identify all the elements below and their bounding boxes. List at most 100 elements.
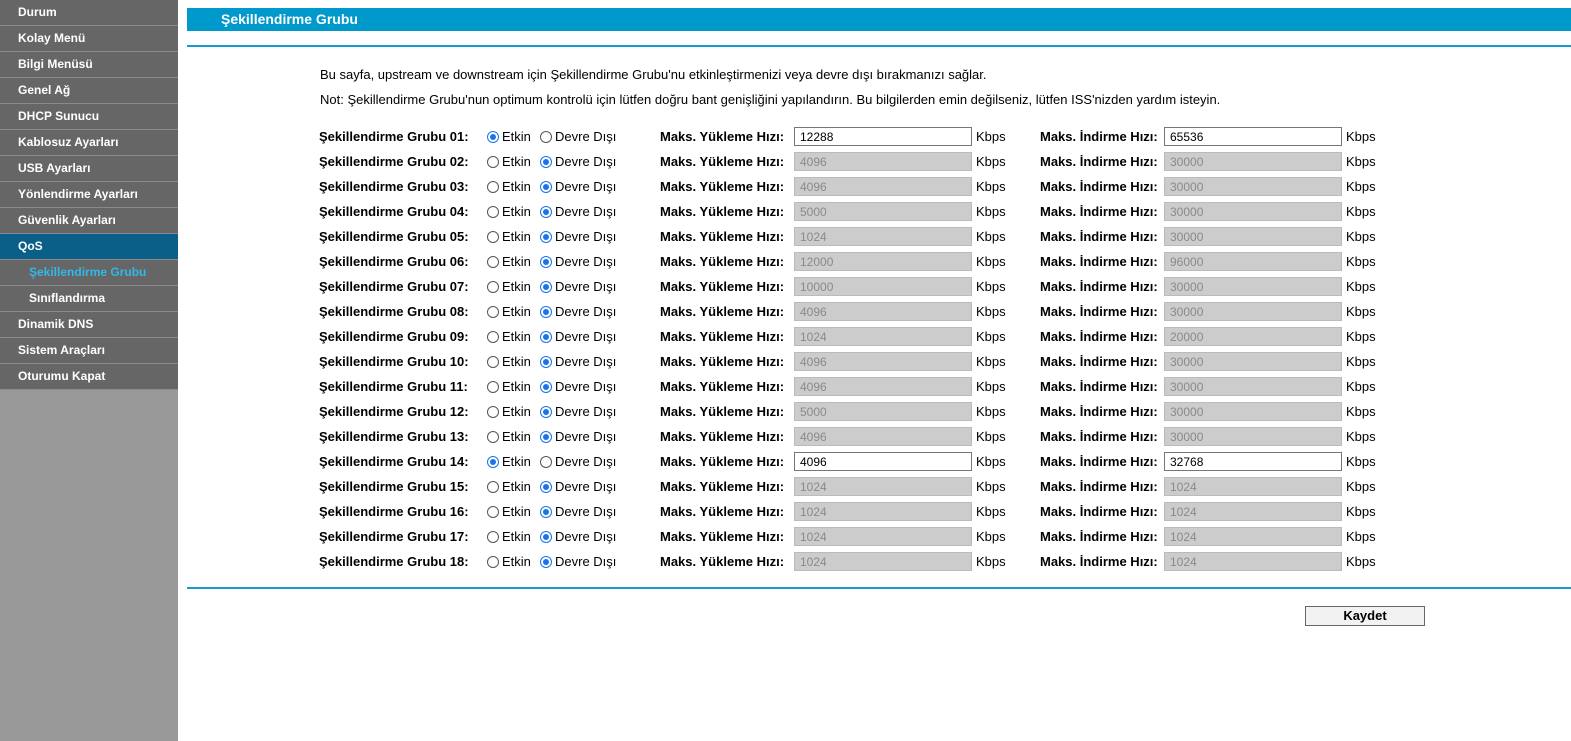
upload-input[interactable] [794,302,972,321]
enable-radio[interactable] [487,456,499,468]
enable-radio[interactable] [487,256,499,268]
disable-radio[interactable] [540,181,552,193]
enable-radio[interactable] [487,381,499,393]
download-input[interactable] [1164,127,1342,146]
enable-radio[interactable] [487,181,499,193]
enable-radio[interactable] [487,531,499,543]
download-input[interactable] [1164,277,1342,296]
sidebar-item-13[interactable]: Dinamik DNS [0,312,178,338]
upload-input[interactable] [794,502,972,521]
enable-radio[interactable] [487,481,499,493]
download-input[interactable] [1164,252,1342,271]
download-input[interactable] [1164,552,1342,571]
enable-label: Etkin [502,129,531,144]
upload-input[interactable] [794,477,972,496]
disable-radio[interactable] [540,156,552,168]
sidebar-item-8[interactable]: Yönlendirme Ayarları [0,182,178,208]
disable-radio[interactable] [540,256,552,268]
disable-radio[interactable] [540,531,552,543]
download-input[interactable] [1164,402,1342,421]
upload-input[interactable] [794,552,972,571]
disable-radio[interactable] [540,506,552,518]
disable-radio[interactable] [540,131,552,143]
sidebar-item-11[interactable]: Şekillendirme Grubu [0,260,178,286]
download-input[interactable] [1164,477,1342,496]
disable-label: Devre Dışı [555,454,617,469]
sidebar-item-7[interactable]: USB Ayarları [0,156,178,182]
sidebar-item-14[interactable]: Sistem Araçları [0,338,178,364]
upload-input[interactable] [794,377,972,396]
upload-label: Maks. Yükleme Hızı: [660,504,785,519]
sidebar-item-15[interactable]: Oturumu Kapat [0,364,178,390]
sidebar-item-9[interactable]: Güvenlik Ayarları [0,208,178,234]
download-input[interactable] [1164,177,1342,196]
download-input[interactable] [1164,527,1342,546]
upload-input[interactable] [794,177,972,196]
download-label: Maks. İndirme Hızı: [1040,429,1158,444]
download-unit: Kbps [1346,154,1376,169]
enable-radio[interactable] [487,431,499,443]
download-input[interactable] [1164,327,1342,346]
disable-label: Devre Dışı [555,504,617,519]
enable-radio[interactable] [487,406,499,418]
enable-radio[interactable] [487,306,499,318]
sidebar-item-2[interactable]: Kolay Menü [0,26,178,52]
enable-radio[interactable] [487,231,499,243]
disable-radio[interactable] [540,406,552,418]
upload-label: Maks. Yükleme Hızı: [660,179,785,194]
download-input[interactable] [1164,452,1342,471]
upload-input[interactable] [794,427,972,446]
disable-radio[interactable] [540,306,552,318]
enable-radio[interactable] [487,331,499,343]
enable-radio[interactable] [487,206,499,218]
disable-radio[interactable] [540,231,552,243]
download-input[interactable] [1164,427,1342,446]
download-input[interactable] [1164,227,1342,246]
sidebar-item-4[interactable]: Genel Ağ [0,78,178,104]
disable-radio[interactable] [540,456,552,468]
download-input[interactable] [1164,302,1342,321]
save-button[interactable]: Kaydet [1305,606,1425,626]
disable-label: Devre Dışı [555,229,617,244]
disable-radio[interactable] [540,206,552,218]
sidebar-item-3[interactable]: Bilgi Menüsü [0,52,178,78]
disable-radio[interactable] [540,481,552,493]
upload-input[interactable] [794,127,972,146]
disable-radio[interactable] [540,556,552,568]
upload-input[interactable] [794,277,972,296]
disable-radio[interactable] [540,331,552,343]
sidebar-item-6[interactable]: Kablosuz Ayarları [0,130,178,156]
disable-radio[interactable] [540,281,552,293]
enable-radio[interactable] [487,356,499,368]
upload-input[interactable] [794,152,972,171]
disable-label: Devre Dışı [555,404,617,419]
upload-input[interactable] [794,202,972,221]
sidebar-item-1[interactable]: Durum [0,0,178,26]
enable-radio[interactable] [487,131,499,143]
upload-input[interactable] [794,252,972,271]
download-input[interactable] [1164,502,1342,521]
download-unit: Kbps [1346,429,1376,444]
sidebar-item-12[interactable]: Sınıflandırma [0,286,178,312]
enable-radio[interactable] [487,506,499,518]
disable-radio[interactable] [540,431,552,443]
upload-input[interactable] [794,527,972,546]
upload-input[interactable] [794,452,972,471]
disable-radio[interactable] [540,381,552,393]
download-input[interactable] [1164,352,1342,371]
sidebar-item-10[interactable]: QoS [0,234,178,260]
upload-input[interactable] [794,402,972,421]
group-name-label: Şekillendirme Grubu 05: [319,229,469,244]
enable-radio[interactable] [487,281,499,293]
download-unit: Kbps [1346,354,1376,369]
upload-input[interactable] [794,227,972,246]
enable-radio[interactable] [487,156,499,168]
disable-radio[interactable] [540,356,552,368]
enable-radio[interactable] [487,556,499,568]
sidebar-item-5[interactable]: DHCP Sunucu [0,104,178,130]
download-input[interactable] [1164,377,1342,396]
download-input[interactable] [1164,202,1342,221]
upload-input[interactable] [794,352,972,371]
download-input[interactable] [1164,152,1342,171]
upload-input[interactable] [794,327,972,346]
